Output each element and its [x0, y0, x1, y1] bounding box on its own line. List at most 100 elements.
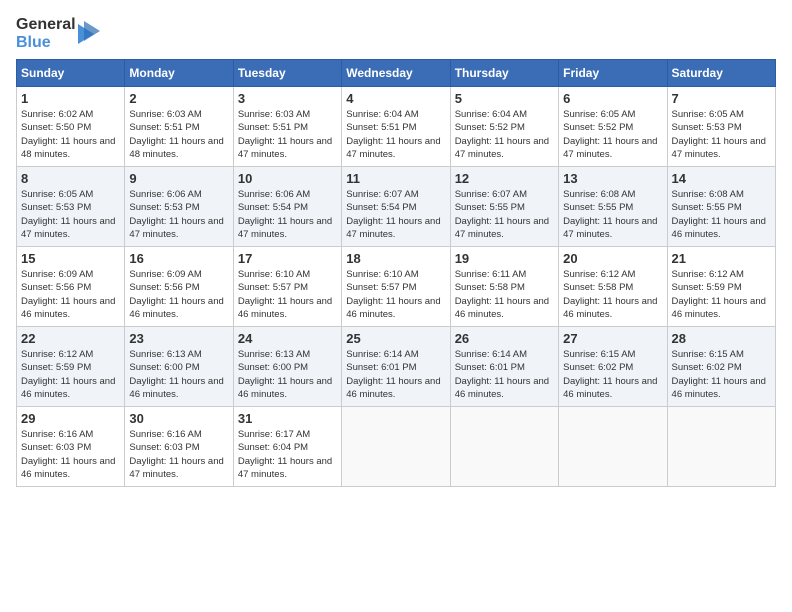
weekday-header-monday: Monday — [125, 60, 233, 87]
weekday-header-thursday: Thursday — [450, 60, 558, 87]
day-number: 16 — [129, 251, 228, 266]
calendar-cell: 24 Sunrise: 6:13 AM Sunset: 6:00 PM Dayl… — [233, 327, 341, 407]
day-info: Sunrise: 6:05 AM Sunset: 5:52 PM Dayligh… — [563, 109, 657, 160]
logo: General Blue — [16, 16, 100, 51]
calendar-cell — [559, 407, 667, 487]
logo-general: General — [16, 16, 76, 34]
day-info: Sunrise: 6:05 AM Sunset: 5:53 PM Dayligh… — [672, 109, 766, 160]
day-info: Sunrise: 6:14 AM Sunset: 6:01 PM Dayligh… — [455, 349, 549, 400]
calendar-cell: 1 Sunrise: 6:02 AM Sunset: 5:50 PM Dayli… — [17, 87, 125, 167]
week-row: 22 Sunrise: 6:12 AM Sunset: 5:59 PM Dayl… — [17, 327, 776, 407]
calendar-cell: 30 Sunrise: 6:16 AM Sunset: 6:03 PM Dayl… — [125, 407, 233, 487]
day-number: 4 — [346, 91, 445, 106]
calendar-cell: 25 Sunrise: 6:14 AM Sunset: 6:01 PM Dayl… — [342, 327, 450, 407]
day-info: Sunrise: 6:06 AM Sunset: 5:54 PM Dayligh… — [238, 189, 332, 240]
day-number: 14 — [672, 171, 771, 186]
calendar-cell: 29 Sunrise: 6:16 AM Sunset: 6:03 PM Dayl… — [17, 407, 125, 487]
weekday-header-row: SundayMondayTuesdayWednesdayThursdayFrid… — [17, 60, 776, 87]
day-info: Sunrise: 6:04 AM Sunset: 5:51 PM Dayligh… — [346, 109, 440, 160]
calendar-cell: 18 Sunrise: 6:10 AM Sunset: 5:57 PM Dayl… — [342, 247, 450, 327]
day-info: Sunrise: 6:13 AM Sunset: 6:00 PM Dayligh… — [238, 349, 332, 400]
weekday-header-tuesday: Tuesday — [233, 60, 341, 87]
day-number: 17 — [238, 251, 337, 266]
weekday-header-saturday: Saturday — [667, 60, 775, 87]
weekday-header-friday: Friday — [559, 60, 667, 87]
day-number: 2 — [129, 91, 228, 106]
day-number: 18 — [346, 251, 445, 266]
day-number: 5 — [455, 91, 554, 106]
day-info: Sunrise: 6:03 AM Sunset: 5:51 PM Dayligh… — [238, 109, 332, 160]
day-number: 28 — [672, 331, 771, 346]
day-info: Sunrise: 6:14 AM Sunset: 6:01 PM Dayligh… — [346, 349, 440, 400]
day-number: 21 — [672, 251, 771, 266]
day-number: 7 — [672, 91, 771, 106]
week-row: 15 Sunrise: 6:09 AM Sunset: 5:56 PM Dayl… — [17, 247, 776, 327]
calendar-cell: 11 Sunrise: 6:07 AM Sunset: 5:54 PM Dayl… — [342, 167, 450, 247]
day-info: Sunrise: 6:02 AM Sunset: 5:50 PM Dayligh… — [21, 109, 115, 160]
week-row: 1 Sunrise: 6:02 AM Sunset: 5:50 PM Dayli… — [17, 87, 776, 167]
page-header: General Blue — [16, 16, 776, 51]
day-number: 26 — [455, 331, 554, 346]
day-info: Sunrise: 6:12 AM Sunset: 5:59 PM Dayligh… — [672, 269, 766, 320]
week-row: 29 Sunrise: 6:16 AM Sunset: 6:03 PM Dayl… — [17, 407, 776, 487]
day-number: 1 — [21, 91, 120, 106]
calendar-cell: 14 Sunrise: 6:08 AM Sunset: 5:55 PM Dayl… — [667, 167, 775, 247]
day-number: 24 — [238, 331, 337, 346]
calendar-cell: 17 Sunrise: 6:10 AM Sunset: 5:57 PM Dayl… — [233, 247, 341, 327]
day-number: 10 — [238, 171, 337, 186]
day-info: Sunrise: 6:08 AM Sunset: 5:55 PM Dayligh… — [563, 189, 657, 240]
day-number: 6 — [563, 91, 662, 106]
day-number: 29 — [21, 411, 120, 426]
day-number: 15 — [21, 251, 120, 266]
day-info: Sunrise: 6:11 AM Sunset: 5:58 PM Dayligh… — [455, 269, 549, 320]
calendar-cell: 22 Sunrise: 6:12 AM Sunset: 5:59 PM Dayl… — [17, 327, 125, 407]
calendar-cell: 12 Sunrise: 6:07 AM Sunset: 5:55 PM Dayl… — [450, 167, 558, 247]
calendar-cell: 21 Sunrise: 6:12 AM Sunset: 5:59 PM Dayl… — [667, 247, 775, 327]
calendar-cell: 16 Sunrise: 6:09 AM Sunset: 5:56 PM Dayl… — [125, 247, 233, 327]
calendar-cell — [450, 407, 558, 487]
calendar-cell: 8 Sunrise: 6:05 AM Sunset: 5:53 PM Dayli… — [17, 167, 125, 247]
day-info: Sunrise: 6:08 AM Sunset: 5:55 PM Dayligh… — [672, 189, 766, 240]
calendar-cell: 20 Sunrise: 6:12 AM Sunset: 5:58 PM Dayl… — [559, 247, 667, 327]
calendar-cell: 13 Sunrise: 6:08 AM Sunset: 5:55 PM Dayl… — [559, 167, 667, 247]
calendar-cell — [667, 407, 775, 487]
day-info: Sunrise: 6:13 AM Sunset: 6:00 PM Dayligh… — [129, 349, 223, 400]
day-info: Sunrise: 6:09 AM Sunset: 5:56 PM Dayligh… — [129, 269, 223, 320]
day-number: 23 — [129, 331, 228, 346]
calendar-cell: 19 Sunrise: 6:11 AM Sunset: 5:58 PM Dayl… — [450, 247, 558, 327]
logo-arrow-icon — [78, 19, 100, 49]
calendar-cell: 7 Sunrise: 6:05 AM Sunset: 5:53 PM Dayli… — [667, 87, 775, 167]
day-number: 22 — [21, 331, 120, 346]
day-number: 12 — [455, 171, 554, 186]
day-info: Sunrise: 6:07 AM Sunset: 5:55 PM Dayligh… — [455, 189, 549, 240]
day-number: 8 — [21, 171, 120, 186]
calendar-table: SundayMondayTuesdayWednesdayThursdayFrid… — [16, 59, 776, 487]
day-number: 19 — [455, 251, 554, 266]
day-info: Sunrise: 6:09 AM Sunset: 5:56 PM Dayligh… — [21, 269, 115, 320]
day-info: Sunrise: 6:04 AM Sunset: 5:52 PM Dayligh… — [455, 109, 549, 160]
calendar-cell: 6 Sunrise: 6:05 AM Sunset: 5:52 PM Dayli… — [559, 87, 667, 167]
day-info: Sunrise: 6:15 AM Sunset: 6:02 PM Dayligh… — [563, 349, 657, 400]
calendar-cell: 4 Sunrise: 6:04 AM Sunset: 5:51 PM Dayli… — [342, 87, 450, 167]
day-info: Sunrise: 6:15 AM Sunset: 6:02 PM Dayligh… — [672, 349, 766, 400]
day-info: Sunrise: 6:12 AM Sunset: 5:59 PM Dayligh… — [21, 349, 115, 400]
calendar-cell — [342, 407, 450, 487]
weekday-header-sunday: Sunday — [17, 60, 125, 87]
day-info: Sunrise: 6:16 AM Sunset: 6:03 PM Dayligh… — [129, 429, 223, 480]
day-info: Sunrise: 6:16 AM Sunset: 6:03 PM Dayligh… — [21, 429, 115, 480]
logo-blue: Blue — [16, 34, 76, 52]
calendar-cell: 10 Sunrise: 6:06 AM Sunset: 5:54 PM Dayl… — [233, 167, 341, 247]
week-row: 8 Sunrise: 6:05 AM Sunset: 5:53 PM Dayli… — [17, 167, 776, 247]
day-info: Sunrise: 6:12 AM Sunset: 5:58 PM Dayligh… — [563, 269, 657, 320]
day-number: 31 — [238, 411, 337, 426]
calendar-cell: 2 Sunrise: 6:03 AM Sunset: 5:51 PM Dayli… — [125, 87, 233, 167]
calendar-cell: 9 Sunrise: 6:06 AM Sunset: 5:53 PM Dayli… — [125, 167, 233, 247]
calendar-cell: 27 Sunrise: 6:15 AM Sunset: 6:02 PM Dayl… — [559, 327, 667, 407]
calendar-cell: 26 Sunrise: 6:14 AM Sunset: 6:01 PM Dayl… — [450, 327, 558, 407]
day-info: Sunrise: 6:05 AM Sunset: 5:53 PM Dayligh… — [21, 189, 115, 240]
day-number: 20 — [563, 251, 662, 266]
day-number: 11 — [346, 171, 445, 186]
day-info: Sunrise: 6:10 AM Sunset: 5:57 PM Dayligh… — [346, 269, 440, 320]
day-number: 30 — [129, 411, 228, 426]
day-info: Sunrise: 6:06 AM Sunset: 5:53 PM Dayligh… — [129, 189, 223, 240]
